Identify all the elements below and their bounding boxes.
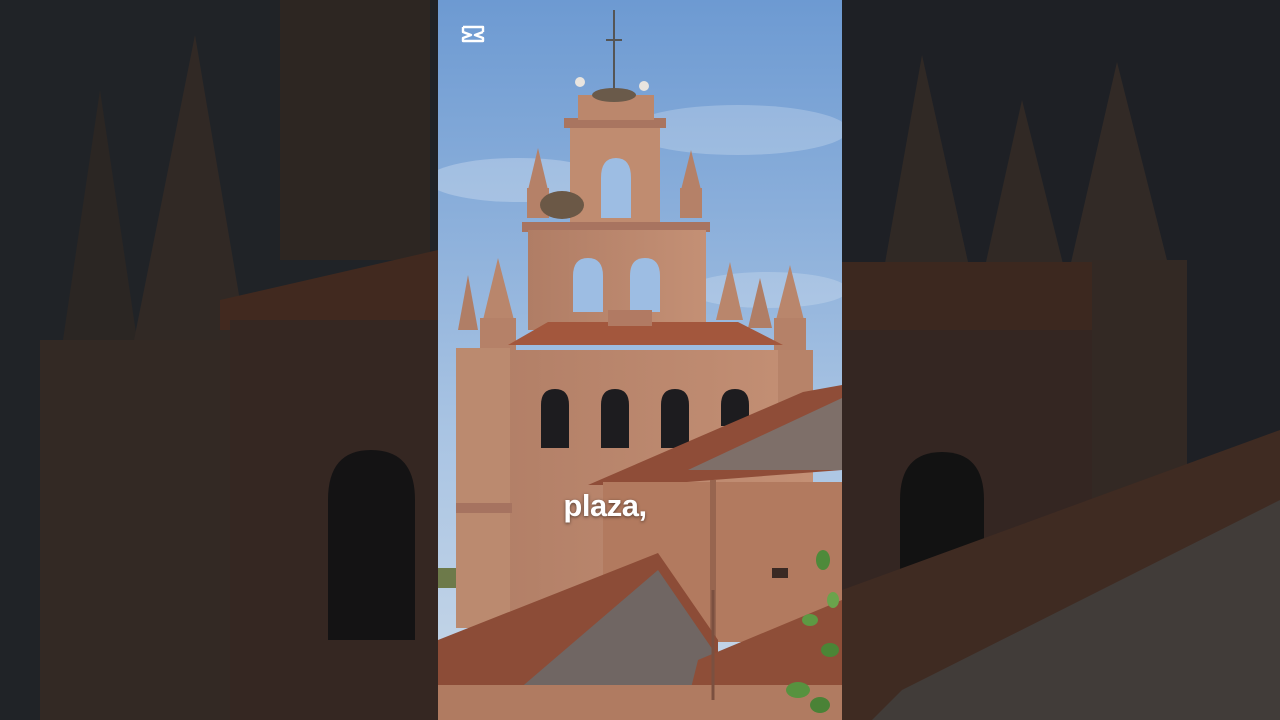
left-blurred-backdrop: [0, 0, 438, 720]
left-backdrop-image: [0, 0, 438, 720]
church-tower-photo: [438, 0, 842, 720]
right-blurred-backdrop: [842, 0, 1280, 720]
capcut-logo-icon: [460, 24, 486, 44]
right-backdrop-image: [842, 0, 1280, 720]
video-frame: [438, 0, 842, 720]
subtitle-caption: plaza,: [563, 488, 647, 523]
